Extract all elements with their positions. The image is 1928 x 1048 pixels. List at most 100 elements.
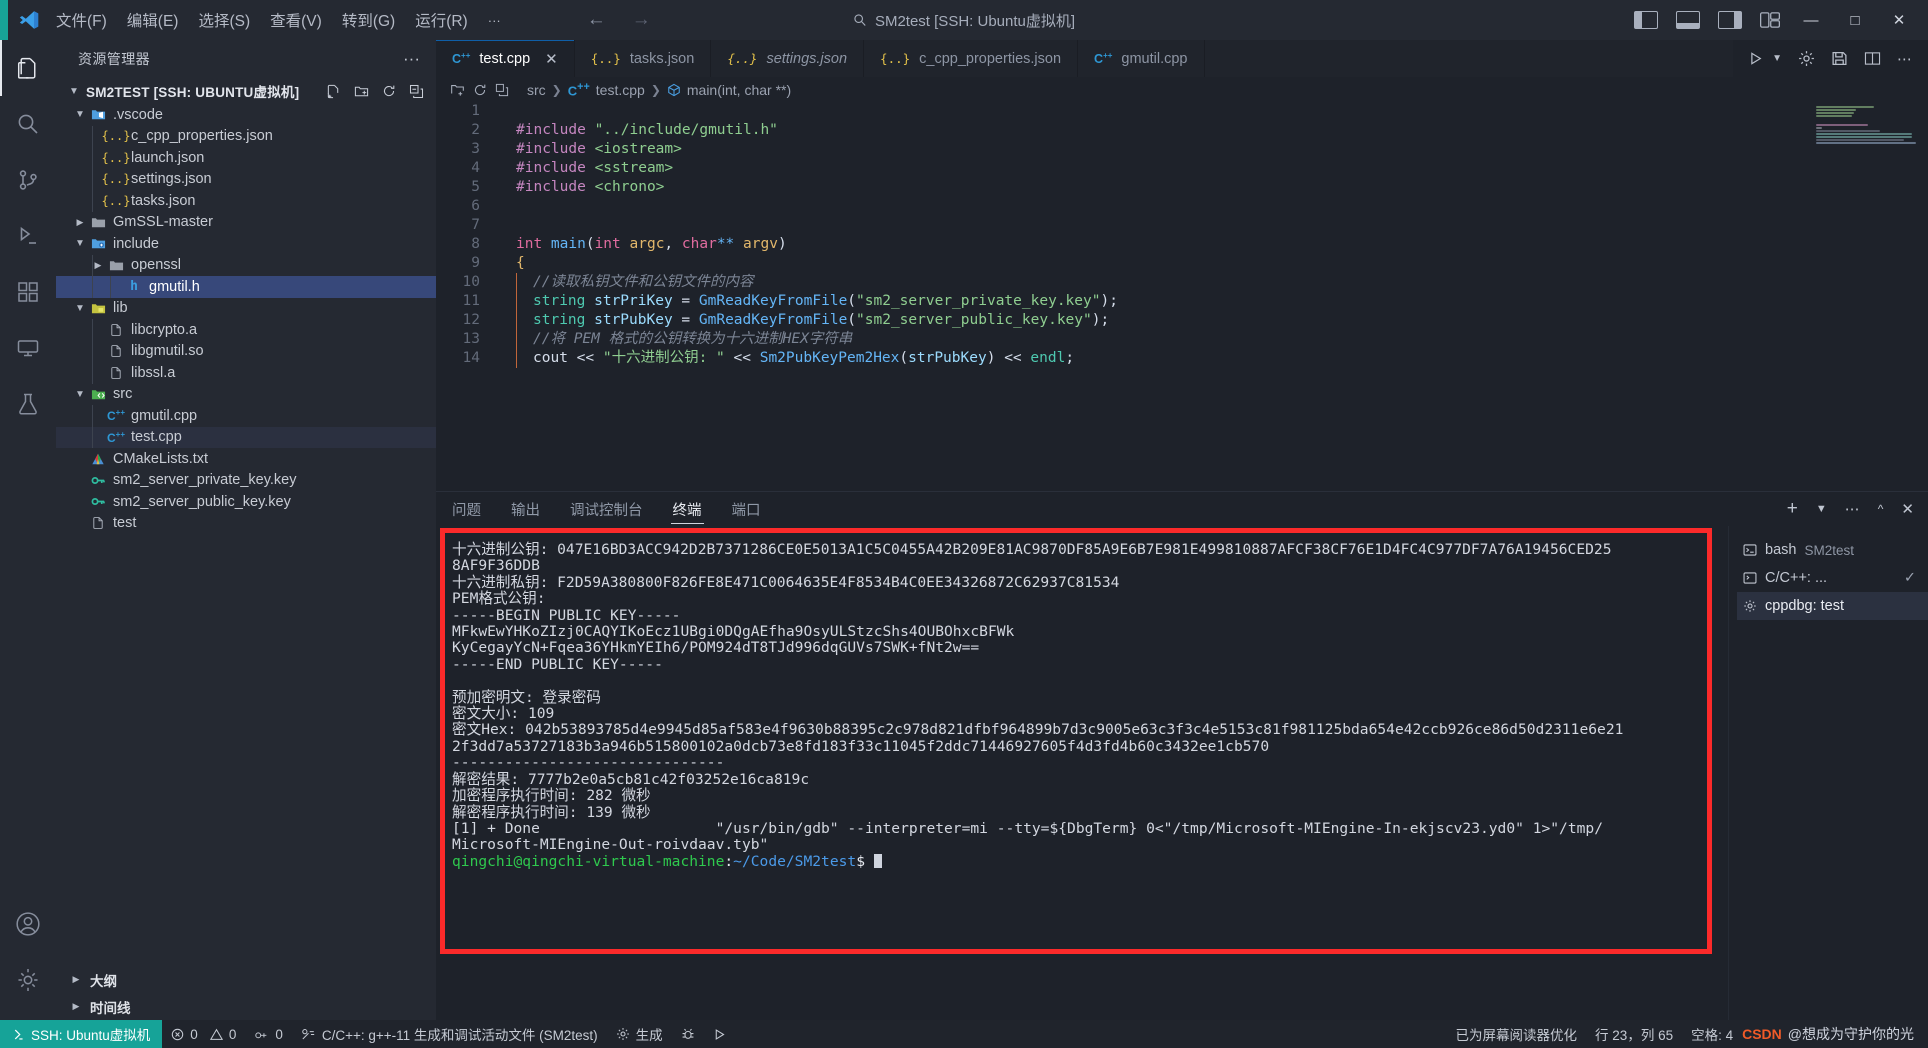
menu-bar[interactable]: 文件(F) 编辑(E) 选择(S) 查看(V) 转到(G) 运行(R) ··· bbox=[50, 9, 501, 31]
panel-tab-终端[interactable]: 终端 bbox=[670, 492, 704, 526]
code-line[interactable] bbox=[494, 102, 1928, 121]
status-ports[interactable]: 0 bbox=[245, 1020, 292, 1048]
tree-item-libcrypto-a[interactable]: libcrypto.a bbox=[56, 319, 436, 341]
section-timeline[interactable]: ▶ 时间线 bbox=[56, 993, 436, 1020]
tree-item-c-cpp-properties-json[interactable]: {..} c_cpp_properties.json bbox=[56, 125, 436, 147]
breadcrumb-new-file-icon[interactable] bbox=[450, 82, 465, 97]
file-tree[interactable]: ▼ .vscode {..} c_cpp_properties.json {..} lau… bbox=[56, 104, 436, 534]
refresh-icon[interactable] bbox=[382, 84, 396, 98]
tree-item-test-cpp[interactable]: C++ test.cpp bbox=[56, 426, 436, 448]
layout-sidebar-right-icon[interactable] bbox=[1718, 11, 1742, 29]
code-line[interactable]: //将 PEM 格式的公钥转换为十六进制HEX字符串 bbox=[494, 330, 1928, 349]
tree-item-settings-json[interactable]: {..} settings.json bbox=[56, 168, 436, 190]
status-build-task[interactable]: C/C++: g++-11 生成和调试活动文件 (SM2test) bbox=[292, 1020, 607, 1048]
menu-file[interactable]: 文件(F) bbox=[56, 9, 107, 31]
status-remote-indicator[interactable]: SSH: Ubuntu虚拟机 bbox=[0, 1020, 163, 1048]
tree-item--vscode[interactable]: ▼ .vscode bbox=[56, 104, 436, 126]
menu-go[interactable]: 转到(G) bbox=[342, 9, 395, 31]
tree-item-lib[interactable]: ▼ lib bbox=[56, 298, 436, 320]
minimize-button[interactable]: — bbox=[1798, 12, 1824, 29]
sidebar-item-explorer[interactable] bbox=[0, 40, 56, 96]
tree-item-gmssl-master[interactable]: ▶ GmSSL-master bbox=[56, 212, 436, 234]
breadcrumb-file[interactable]: test.cpp bbox=[596, 82, 645, 98]
tree-item-src[interactable]: ▼ src bbox=[56, 384, 436, 406]
tree-item-gmutil-cpp[interactable]: C++ gmutil.cpp bbox=[56, 405, 436, 427]
tree-item-sm2-server-public-key-key[interactable]: sm2_server_public_key.key bbox=[56, 491, 436, 513]
split-editor-icon[interactable] bbox=[1864, 51, 1881, 66]
editor-tab-gmutil-cpp[interactable]: C++ gmutil.cpp bbox=[1078, 40, 1205, 77]
code-line[interactable]: string strPriKey = GmReadKeyFromFile("sm… bbox=[494, 292, 1928, 311]
tree-item-gmutil-h[interactable]: h gmutil.h bbox=[56, 276, 436, 298]
terminal-list[interactable]: bash SM2test C/C++: ... ✓ cppdbg: test bbox=[1728, 526, 1928, 1020]
back-arrow-icon[interactable]: ← bbox=[587, 9, 606, 31]
chevron-right-icon[interactable]: ▶ bbox=[72, 217, 88, 228]
terminal-output[interactable]: 十六进制公钥: 047E16BD3ACC942D2B7371286CE0E501… bbox=[448, 536, 1704, 946]
status-indentation[interactable]: 空格: 4 bbox=[1682, 1020, 1742, 1048]
panel-tabs[interactable]: 问题 输出 调试控制台 终端 端口 + ▼ ⋯ ^ ✕ bbox=[436, 492, 1928, 526]
layout-sidebar-left-icon[interactable] bbox=[1634, 11, 1658, 29]
editor-tab-settings-json[interactable]: {..} settings.json bbox=[711, 40, 865, 77]
status-problems[interactable]: 0 0 bbox=[162, 1020, 245, 1048]
chevron-down-icon[interactable]: ▼ bbox=[72, 109, 88, 120]
menu-selection[interactable]: 选择(S) bbox=[198, 9, 250, 31]
forward-arrow-icon[interactable]: → bbox=[632, 9, 651, 31]
chevron-down-icon[interactable]: ▼ bbox=[1816, 503, 1827, 515]
save-all-icon[interactable] bbox=[1831, 50, 1848, 67]
tree-item-libgmutil-so[interactable]: libgmutil.so bbox=[56, 340, 436, 362]
panel-tab-问题[interactable]: 问题 bbox=[450, 492, 483, 526]
sidebar-item-search[interactable] bbox=[0, 96, 56, 152]
more-actions-icon[interactable]: ⋯ bbox=[1897, 50, 1912, 68]
code-line[interactable] bbox=[494, 216, 1928, 235]
menu-edit[interactable]: 编辑(E) bbox=[127, 9, 179, 31]
code-line[interactable]: #include <sstream> bbox=[494, 159, 1928, 178]
code-line[interactable] bbox=[494, 197, 1928, 216]
editor-tab-c-cpp-properties-json[interactable]: {..} c_cpp_properties.json bbox=[864, 40, 1079, 77]
code-line[interactable]: cout << "十六进制公钥: " << Sm2PubKeyPem2Hex(s… bbox=[494, 349, 1928, 368]
panel-tab-输出[interactable]: 输出 bbox=[509, 492, 542, 526]
tree-item-include[interactable]: ▼ include bbox=[56, 233, 436, 255]
code-line[interactable]: #include <chrono> bbox=[494, 178, 1928, 197]
chevron-down-icon[interactable]: ▼ bbox=[66, 86, 82, 97]
panel-tab-调试控制台[interactable]: 调试控制台 bbox=[568, 492, 645, 526]
menu-more[interactable]: ··· bbox=[488, 13, 501, 28]
settings-gear-icon[interactable] bbox=[1798, 50, 1815, 67]
breadcrumb-collapse-icon[interactable] bbox=[495, 83, 509, 97]
menu-run[interactable]: 运行(R) bbox=[415, 9, 468, 31]
tree-item-cmakelists-txt[interactable]: CMakeLists.txt bbox=[56, 448, 436, 470]
tree-item-libssl-a[interactable]: libssl.a bbox=[56, 362, 436, 384]
status-debug-button[interactable] bbox=[672, 1020, 704, 1048]
panel-tab-端口[interactable]: 端口 bbox=[730, 492, 763, 526]
sidebar-item-extensions[interactable] bbox=[0, 264, 56, 320]
new-folder-icon[interactable] bbox=[354, 84, 369, 99]
tree-item-launch-json[interactable]: {..} launch.json bbox=[56, 147, 436, 169]
terminal-prompt[interactable]: qingchi@qingchi-virtual-machine:~/Code/S… bbox=[452, 853, 1704, 870]
editor-tabs[interactable]: C++ test.cpp ✕ {..} tasks.json {..} settings.j… bbox=[436, 40, 1928, 77]
code-line[interactable]: string strPubKey = GmReadKeyFromFile("sm… bbox=[494, 311, 1928, 330]
new-terminal-icon[interactable]: + bbox=[1787, 498, 1798, 520]
layout-panel-icon[interactable] bbox=[1676, 11, 1700, 29]
tree-item-tasks-json[interactable]: {..} tasks.json bbox=[56, 190, 436, 212]
status-run-button[interactable] bbox=[704, 1020, 735, 1048]
command-center[interactable]: SM2test [SSH: Ubuntu虚拟机] bbox=[853, 10, 1075, 31]
code-editor[interactable]: 1 2 3 4 5 6 7 8 9 10 11 12 13 14 #include "../include… bbox=[436, 102, 1928, 491]
run-with-debug-icon[interactable] bbox=[1749, 51, 1766, 66]
sidebar-item-source-control[interactable] bbox=[0, 152, 56, 208]
explorer-more-actions[interactable]: ··· bbox=[403, 49, 420, 69]
terminal-list-item[interactable]: C/C++: ... ✓ bbox=[1737, 564, 1928, 592]
tree-item-sm2-server-private-key-key[interactable]: sm2_server_private_key.key bbox=[56, 470, 436, 492]
new-file-icon[interactable] bbox=[326, 84, 341, 99]
chevron-down-icon[interactable]: ▼ bbox=[72, 303, 88, 314]
breadcrumb[interactable]: src ❯ C++ test.cpp ❯ main(int, char **) bbox=[436, 77, 1928, 102]
terminal-list-item[interactable]: bash SM2test bbox=[1737, 536, 1928, 564]
breadcrumb-symbol[interactable]: main(int, char **) bbox=[687, 82, 791, 98]
chevron-down-icon[interactable]: ▼ bbox=[1772, 53, 1782, 64]
manage-settings-button[interactable] bbox=[0, 952, 56, 1008]
sidebar-item-remote-explorer[interactable] bbox=[0, 320, 56, 376]
terminal-list-item[interactable]: cppdbg: test bbox=[1737, 592, 1928, 620]
code-line[interactable]: //读取私钥文件和公钥文件的内容 bbox=[494, 273, 1928, 292]
code-line[interactable]: #include "../include/gmutil.h" bbox=[494, 121, 1928, 140]
maximize-panel-icon[interactable]: ^ bbox=[1878, 502, 1884, 516]
code-line[interactable]: { bbox=[494, 254, 1928, 273]
maximize-button[interactable]: □ bbox=[1842, 12, 1868, 29]
menu-view[interactable]: 查看(V) bbox=[270, 9, 322, 31]
